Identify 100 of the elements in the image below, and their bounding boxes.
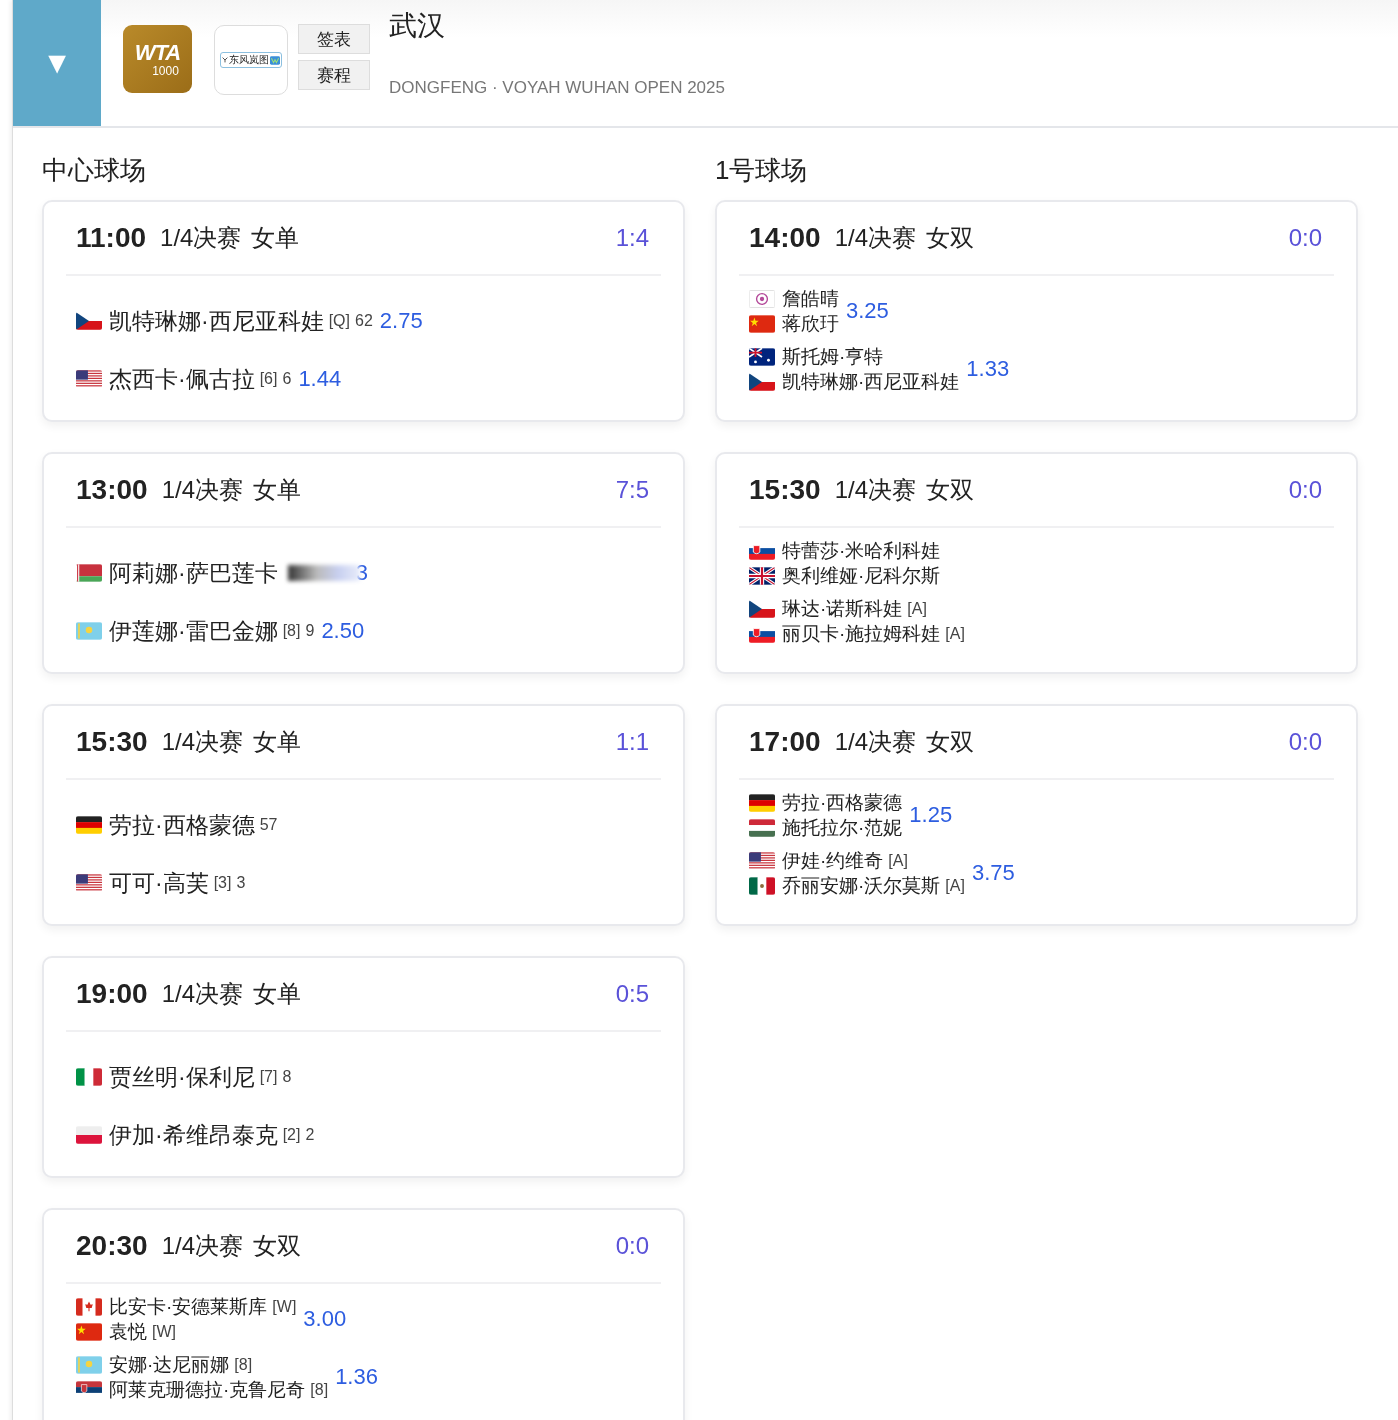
flag-icon: [749, 851, 775, 870]
player-name: 特蕾莎·米哈利科娃: [782, 539, 941, 563]
player-name: 奥利维娅·尼科尔斯: [782, 564, 941, 588]
player-name: 杰西卡·佩古拉: [109, 364, 255, 394]
emblem-icon: [749, 289, 775, 308]
flag-icon: [749, 599, 775, 618]
player-seed: [6]: [259, 370, 278, 388]
tournament-subtitle: DONGFENG · VOYAH WUHAN OPEN 2025: [389, 78, 725, 98]
odds-value[interactable]: 1.44: [298, 366, 342, 392]
flag-icon: [76, 370, 102, 388]
player-seed: [2]: [282, 1126, 301, 1144]
match-time: 14:00: [749, 222, 821, 254]
match-time: 20:30: [76, 1230, 148, 1262]
match-event: 女双: [926, 727, 974, 757]
player-seed: [8]: [234, 1355, 253, 1374]
match-score: 0:0: [615, 1232, 649, 1260]
game-score: 6: [282, 370, 292, 388]
match-event: 女单: [253, 727, 301, 757]
flag-icon: [76, 1126, 102, 1144]
court-title: 中心球场: [42, 154, 147, 187]
flag-icon: [76, 1068, 102, 1086]
match-card[interactable]: 15:30 1/4决赛 女双 0:0 特蕾莎·米哈利科娃 奥利维娅·尼科尔斯 琳达·诺斯科娃 [A] 丽贝卡·施拉姆科娃 [A]: [715, 452, 1358, 674]
player-seed: [8]: [310, 1380, 329, 1399]
player-seed: [A]: [888, 851, 908, 870]
odds-value[interactable]: 1.33: [966, 356, 1010, 382]
match-round: 1/4决赛: [161, 727, 243, 757]
player-name: 凯特琳娜·西尼亚科娃: [782, 370, 960, 394]
flag-icon: [749, 818, 775, 837]
odds-value[interactable]: 3.75: [971, 860, 1015, 886]
match-round: 1/4决赛: [160, 223, 242, 253]
odds-value[interactable]: 2.50: [321, 618, 365, 644]
wave-mark-icon: [270, 55, 280, 65]
player-seed: [Q]: [328, 312, 350, 330]
match-card[interactable]: 11:00 1/4决赛 女单 1:4 凯特琳娜·西尼亚科娃 [Q] 62 2.75 杰西卡·佩古拉 [6] 6 1.44: [42, 200, 685, 422]
game-score: 57: [259, 816, 278, 834]
court-title: 1号球场: [715, 154, 809, 187]
player-name: 凯特琳娜·西尼亚科娃: [109, 306, 324, 336]
match-card[interactable]: 20:30 1/4决赛 女双 0:0 比安卡·安德莱斯库 [W] 袁悦 [W] 3.00 安娜·达尼丽娜 [8] 阿莱克珊德拉·克鲁尼奇 [8] 1.36: [42, 1208, 685, 1420]
player-name: 伊加·希维昂泰克: [109, 1120, 278, 1150]
player-name: 詹皓晴: [782, 287, 839, 311]
flag-icon: [749, 347, 775, 366]
y-mark-icon: [222, 56, 228, 64]
match-round: 1/4决赛: [161, 979, 243, 1009]
odds-value[interactable]: 1.25: [909, 802, 953, 828]
match-round: 1/4决赛: [834, 223, 916, 253]
player-name: 阿莱克珊德拉·克鲁尼奇: [109, 1378, 306, 1402]
player-name: 劳拉·西格蒙德: [782, 791, 903, 815]
match-score: 1:4: [615, 224, 649, 252]
match-time: 19:00: [76, 978, 148, 1010]
flag-icon: [76, 312, 102, 330]
player-seed: [8]: [282, 622, 301, 640]
match-card[interactable]: 13:00 1/4决赛 女单 7:5 阿莉娜·萨巴莲卡 3 伊莲娜·雷巴金娜 [8] 9 2.50: [42, 452, 685, 674]
game-score: 62: [355, 312, 373, 330]
player-name: 琳达·诺斯科娃: [782, 597, 903, 621]
flag-icon: [749, 314, 775, 333]
player-name: 可可·高芙: [109, 868, 209, 898]
tournament-title: 武汉: [389, 9, 446, 43]
player-name: 伊莲娜·雷巴金娜: [109, 616, 278, 646]
player-seed: [A]: [907, 599, 927, 618]
player-seed: [A]: [945, 624, 965, 643]
odds-value[interactable]: 3: [355, 560, 368, 586]
player-seed: [3]: [213, 874, 232, 892]
nav-button[interactable]: 签表: [298, 24, 370, 54]
flag-icon: [749, 793, 775, 812]
player-name: 阿莉娜·萨巴莲卡: [109, 558, 278, 588]
flag-icon: [76, 1355, 102, 1374]
match-score: 0:0: [1288, 476, 1322, 504]
match-card[interactable]: 19:00 1/4决赛 女单 0:5 贾丝明·保利尼 [7] 8 伊加·希维昂泰克 [2] 2: [42, 956, 685, 1178]
odds-value[interactable]: 3.00: [303, 1306, 347, 1332]
match-event: 女单: [253, 475, 301, 505]
game-score: 8: [282, 1068, 292, 1086]
match-event: 女双: [926, 475, 974, 505]
flag-icon: [76, 564, 102, 582]
match-event: 女单: [251, 223, 300, 253]
sponsor-name: 东风岚图: [229, 55, 269, 65]
player-seed: [A]: [945, 876, 965, 895]
match-round: 1/4决赛: [834, 727, 916, 757]
player-name: 乔丽安娜·沃尔莫斯: [782, 874, 941, 898]
game-score: 2: [305, 1126, 315, 1144]
flag-icon: [76, 1297, 102, 1316]
odds-value[interactable]: 3.25: [846, 298, 889, 324]
match-round: 1/4决赛: [834, 475, 916, 505]
player-name: 伊娃·约维奇: [782, 849, 884, 873]
player-name: 劳拉·西格蒙德: [109, 810, 255, 840]
match-card[interactable]: 15:30 1/4决赛 女单 1:1 劳拉·西格蒙德 57 可可·高芙 [3] 3: [42, 704, 685, 926]
nav-button[interactable]: 赛程: [298, 60, 370, 90]
match-event: 女双: [926, 223, 974, 253]
odds-value[interactable]: 2.75: [379, 308, 423, 334]
player-seed: [W]: [152, 1322, 176, 1341]
player-name: 贾丝明·保利尼: [109, 1062, 255, 1092]
player-name: 丽贝卡·施拉姆科娃: [782, 622, 941, 646]
odds-value[interactable]: 1.36: [335, 1364, 378, 1390]
flag-icon: [76, 874, 102, 892]
match-round: 1/4决赛: [161, 475, 243, 505]
match-time: 13:00: [76, 474, 148, 506]
match-score: 1:1: [615, 728, 649, 756]
logo-number: 1000: [152, 64, 179, 77]
player-seed: [W]: [272, 1297, 297, 1316]
match-score: 7:5: [615, 476, 649, 504]
player-name: 蒋欣玗: [782, 312, 839, 336]
